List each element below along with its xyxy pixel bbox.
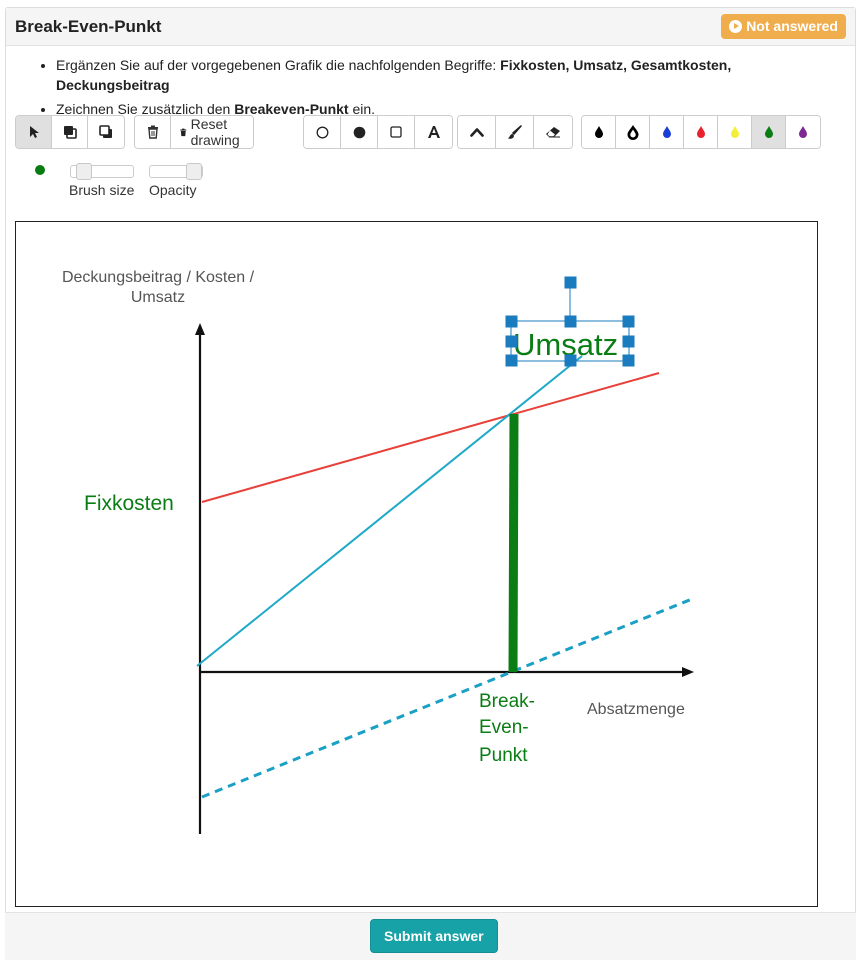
fixkosten-annotation[interactable]: Fixkosten xyxy=(84,492,174,515)
status-text: Not answered xyxy=(746,18,838,34)
drawing-canvas[interactable]: Deckungsbeitrag / Kosten / Umsatz Absatz… xyxy=(15,221,818,907)
ink-drop-icon xyxy=(764,126,773,138)
text-a-icon xyxy=(427,126,440,138)
select-tool-button[interactable] xyxy=(16,116,52,148)
y-axis-label-line2: Umsatz xyxy=(131,289,185,306)
circle-filled-tool-button[interactable] xyxy=(341,116,378,148)
trash-icon xyxy=(147,125,158,139)
color-purple-button[interactable] xyxy=(786,116,820,148)
opacity-handle[interactable] xyxy=(186,163,202,180)
revenue-line[interactable] xyxy=(196,355,583,667)
x-axis-label: Absatzmenge xyxy=(587,701,685,718)
brush-tool-button[interactable] xyxy=(496,116,534,148)
break-even-annotation-line2[interactable]: Even- xyxy=(479,717,529,738)
delete-selected-button[interactable] xyxy=(135,116,171,148)
ink-drop-icon xyxy=(662,126,671,138)
eraser-tool-button[interactable] xyxy=(534,116,572,148)
status-badge: Not answered xyxy=(721,14,846,39)
break-even-marker-line[interactable] xyxy=(508,413,519,673)
ink-drop-icon xyxy=(730,126,739,138)
resize-handle-n[interactable] xyxy=(564,315,577,328)
contribution-dashed-line[interactable] xyxy=(201,597,693,799)
bring-forward-button[interactable] xyxy=(52,116,88,148)
cursor-arrow-icon xyxy=(29,126,39,138)
y-axis-label-line1: Deckungsbeitrag / Kosten / xyxy=(62,269,255,286)
bring-forward-icon xyxy=(63,126,77,139)
resize-handle-sw[interactable] xyxy=(505,354,518,367)
color-black-outline-button[interactable] xyxy=(616,116,650,148)
opacity-slider[interactable] xyxy=(149,163,203,180)
brush-size-slider[interactable] xyxy=(70,163,134,180)
resize-handle-nw[interactable] xyxy=(505,315,518,328)
opacity-label: Opacity xyxy=(149,182,197,198)
break-even-annotation-line3[interactable]: Punkt xyxy=(479,745,528,766)
trash-filled-icon xyxy=(180,128,187,136)
break-even-annotation-line1[interactable]: Break- xyxy=(479,691,535,712)
text-tool-button[interactable] xyxy=(415,116,452,148)
send-backward-button[interactable] xyxy=(88,116,124,148)
rectangle-tool-button[interactable] xyxy=(378,116,415,148)
reset-drawing-button[interactable]: Reset drawing xyxy=(171,116,254,148)
delete-tools-group: Reset drawing xyxy=(134,115,255,149)
instruction-text: Ergänzen Sie auf der vorgegebenen Grafik… xyxy=(56,57,501,73)
circle-outline-icon xyxy=(316,126,328,138)
resize-handle-se[interactable] xyxy=(622,354,635,367)
shape-tools-group xyxy=(303,115,453,149)
color-yellow-button[interactable] xyxy=(718,116,752,148)
panel-footer: Submit answer xyxy=(5,912,856,960)
play-circle-icon xyxy=(729,20,743,33)
submit-answer-button[interactable]: Submit answer xyxy=(370,919,498,953)
brush-size-handle[interactable] xyxy=(75,163,92,180)
break-even-diagram[interactable]: Deckungsbeitrag / Kosten / Umsatz Absatz… xyxy=(16,222,817,906)
ink-drop-icon xyxy=(799,126,807,138)
question-title: Break-Even-Punkt xyxy=(15,17,162,36)
instructions-list: Ergänzen Sie auf der vorgegebenen Grafik… xyxy=(38,55,848,123)
color-black-button[interactable] xyxy=(582,116,616,148)
ink-drop-outline-icon xyxy=(627,125,638,140)
fixed-cost-line[interactable] xyxy=(201,372,660,503)
color-red-button[interactable] xyxy=(684,116,718,148)
resize-handle-ne[interactable] xyxy=(622,315,635,328)
circle-filled-icon xyxy=(353,126,365,138)
brush-size-label: Brush size xyxy=(69,182,135,198)
current-color-indicator xyxy=(35,165,45,175)
chevron-up-icon xyxy=(469,128,484,137)
color-blue-button[interactable] xyxy=(650,116,684,148)
paint-brush-icon xyxy=(508,124,522,139)
circle-outline-tool-button[interactable] xyxy=(304,116,341,148)
ink-drop-icon xyxy=(696,126,705,138)
panel-header: Break-Even-Punkt Not answered xyxy=(6,8,855,46)
line-tool-button[interactable] xyxy=(458,116,496,148)
reset-drawing-label: Reset drawing xyxy=(190,116,240,148)
instruction-item: Ergänzen Sie auf der vorgegebenen Grafik… xyxy=(56,55,848,95)
eraser-icon xyxy=(546,127,560,138)
ink-drop-icon xyxy=(594,126,603,138)
resize-handle-w[interactable] xyxy=(505,335,518,348)
resize-handle-e[interactable] xyxy=(622,335,635,348)
selection-tools-group xyxy=(15,115,125,149)
resize-handle-s[interactable] xyxy=(564,354,577,367)
draw-tools-group xyxy=(457,115,573,149)
send-backward-icon xyxy=(99,125,112,138)
rotate-handle[interactable] xyxy=(564,276,577,289)
square-outline-icon xyxy=(390,126,402,138)
color-palette-group xyxy=(581,115,821,149)
color-green-button[interactable] xyxy=(752,116,786,148)
